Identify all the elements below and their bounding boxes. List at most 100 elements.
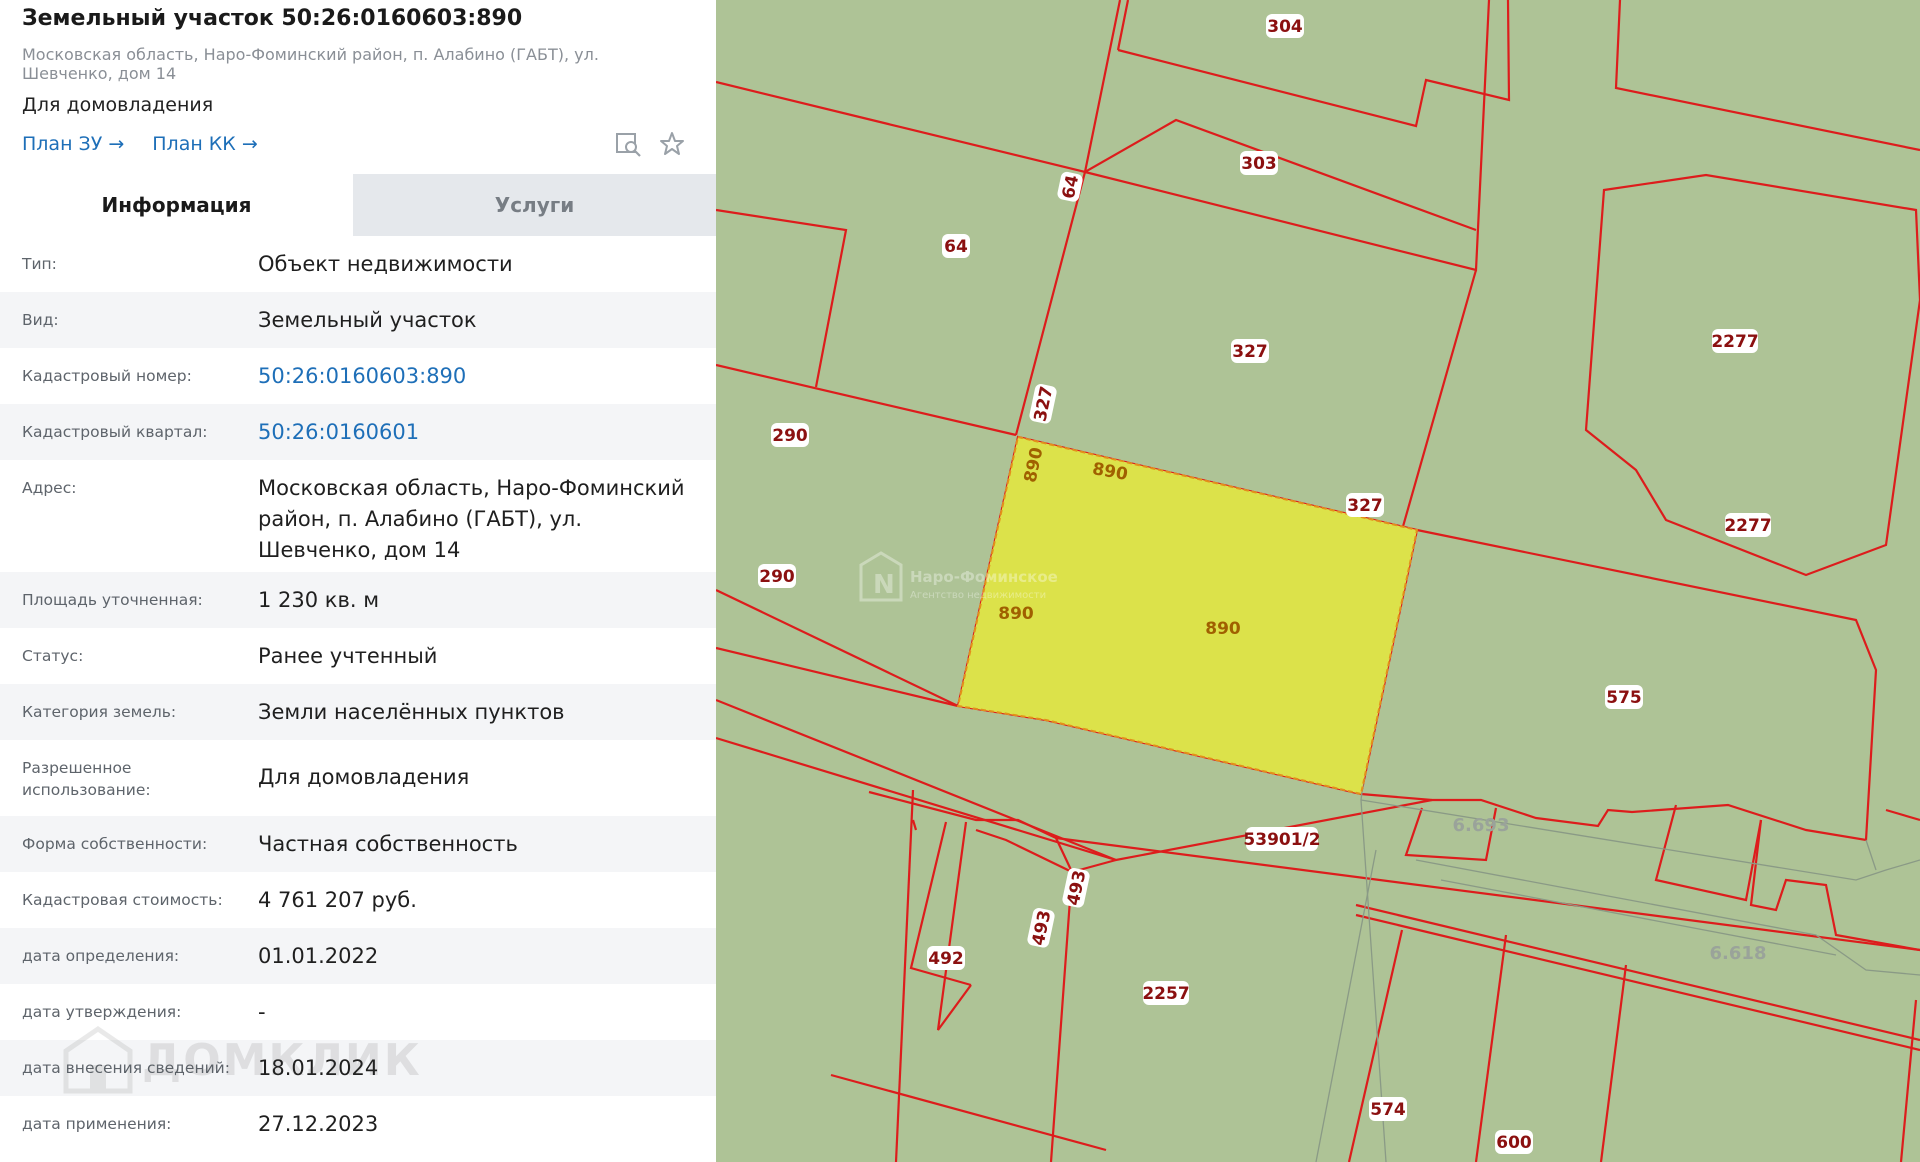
svg-text:327: 327	[1347, 496, 1383, 516]
label-327-rotated[interactable]: 327	[1028, 383, 1057, 425]
row-value: 4 761 207 руб.	[258, 888, 417, 912]
svg-text:493: 493	[1064, 869, 1091, 908]
agency-watermark-line2: Агентство недвижимости	[910, 590, 1046, 601]
info-row-address: Адрес: Московская область, Наро-Фомински…	[0, 460, 716, 572]
row-value: Объект недвижимости	[258, 252, 513, 276]
row-value: 18.01.2024	[258, 1056, 379, 1080]
label-327-edge[interactable]: 327	[1346, 493, 1384, 517]
label-2277-bottom[interactable]: 2277	[1724, 513, 1772, 537]
info-panel: Земельный участок 50:26:0160603:890 Моск…	[0, 0, 716, 1162]
row-value: Ранее учтенный	[258, 644, 438, 668]
parcel-address: Московская область, Наро-Фоминский район…	[22, 45, 599, 83]
svg-text:290: 290	[759, 567, 795, 587]
label-890-center[interactable]: 890	[1204, 616, 1242, 640]
cadastral-number-link[interactable]: 50:26:0160603:890	[258, 348, 716, 404]
plan-links: План ЗУ → План КК →	[22, 133, 258, 155]
row-label: Адрес:	[22, 479, 77, 497]
row-value: 1 230 кв. м	[258, 588, 380, 612]
label-493-bottom[interactable]: 493	[1026, 907, 1055, 949]
row-value: -	[258, 1000, 266, 1024]
row-value: Земли населённых пунктов	[258, 700, 565, 724]
row-label: Кадастровый номер:	[22, 367, 192, 385]
label-303[interactable]: 303	[1240, 151, 1278, 175]
row-label: дата применения:	[22, 1115, 172, 1133]
cadastral-quarter-link[interactable]: 50:26:0160601	[258, 404, 716, 460]
svg-text:290: 290	[772, 426, 808, 446]
row-label: Тип:	[22, 255, 57, 273]
info-row-type: Тип: Объект недвижимости	[0, 236, 716, 292]
label-290-top[interactable]: 290	[771, 423, 809, 447]
row-label: Форма собственности:	[22, 835, 208, 853]
info-row-area: Площадь уточненная: 1 230 кв. м	[0, 572, 716, 628]
info-row-date-determined: дата определения: 01.01.2022	[0, 928, 716, 984]
row-label: Площадь уточненная:	[22, 591, 203, 609]
label-2277-top[interactable]: 2277	[1711, 329, 1759, 353]
label-304[interactable]: 304	[1266, 14, 1304, 38]
svg-text:492: 492	[928, 949, 964, 969]
parcel-title: Земельный участок 50:26:0160603:890	[22, 6, 523, 31]
svg-text:304: 304	[1267, 17, 1303, 37]
label-574[interactable]: 574	[1369, 1097, 1407, 1121]
row-label: дата утверждения:	[22, 1003, 182, 1021]
info-row-cadastral-quarter: Кадастровый квартал: 50:26:0160601	[0, 404, 716, 460]
svg-text:303: 303	[1241, 154, 1277, 174]
info-row-date-applied: дата применения: 27.12.2023	[0, 1096, 716, 1152]
label-64-rotated[interactable]: 64	[1056, 171, 1083, 203]
plan-kk-link[interactable]: План КК →	[152, 133, 257, 155]
row-label: Категория земель:	[22, 703, 177, 721]
svg-text:327: 327	[1232, 342, 1268, 362]
svg-text:64: 64	[944, 237, 968, 257]
row-label: Кадастровая стоимость:	[22, 891, 223, 909]
app-root: Земельный участок 50:26:0160603:890 Моск…	[0, 0, 1920, 1162]
cadastral-map[interactable]: N Наро-Фоминское Агентство недвижимости …	[716, 0, 1920, 1162]
svg-text:574: 574	[1370, 1100, 1406, 1120]
info-table: Тип: Объект недвижимости Вид: Земельный …	[0, 236, 716, 1152]
label-492[interactable]: 492	[927, 946, 965, 970]
label-493-top[interactable]: 493	[1061, 867, 1090, 909]
info-row-land-category: Категория земель: Земли населённых пункт…	[0, 684, 716, 740]
parcel-usage: Для домовладения	[22, 94, 214, 116]
map-canvas: N Наро-Фоминское Агентство недвижимости …	[716, 0, 1920, 1162]
tab-information[interactable]: Информация	[0, 174, 353, 236]
row-value: Московская область, Наро-Фоминский район…	[258, 476, 685, 562]
agency-logo-letter: N	[873, 570, 895, 600]
star-icon[interactable]	[658, 130, 686, 158]
label-290-bottom[interactable]: 290	[758, 564, 796, 588]
info-row-cadastral-cost: Кадастровая стоимость: 4 761 207 руб.	[0, 872, 716, 928]
info-row-status: Статус: Ранее учтенный	[0, 628, 716, 684]
label-600[interactable]: 600	[1495, 1130, 1533, 1154]
row-value: Для домовладения	[258, 765, 470, 789]
agency-watermark-line1: Наро-Фоминское	[910, 568, 1058, 586]
svg-text:6.618: 6.618	[1710, 943, 1767, 964]
label-6-618: 6.618	[1710, 943, 1767, 964]
row-label: Разрешенное использование:	[22, 759, 151, 799]
row-value: Земельный участок	[258, 308, 477, 332]
row-value: Частная собственность	[258, 832, 518, 856]
label-2257[interactable]: 2257	[1142, 981, 1190, 1005]
info-row-date-approved: дата утверждения: -	[0, 984, 716, 1040]
info-row-date-entered: дата внесения сведений: 18.01.2024	[0, 1040, 716, 1096]
svg-text:2277: 2277	[1711, 332, 1758, 352]
svg-text:600: 600	[1496, 1133, 1532, 1153]
row-label: дата внесения сведений:	[22, 1059, 230, 1077]
label-575[interactable]: 575	[1605, 685, 1643, 709]
search-map-icon[interactable]	[614, 130, 642, 158]
info-row-permitted-use: Разрешенное использование: Для домовладе…	[0, 740, 716, 816]
label-890-left[interactable]: 890	[997, 601, 1035, 625]
label-327[interactable]: 327	[1231, 339, 1269, 363]
svg-text:2257: 2257	[1142, 984, 1189, 1004]
row-label: Статус:	[22, 647, 84, 665]
info-row-ownership: Форма собственности: Частная собственнос…	[0, 816, 716, 872]
svg-text:6.693: 6.693	[1453, 815, 1510, 836]
label-64[interactable]: 64	[942, 234, 970, 258]
svg-text:2277: 2277	[1724, 516, 1771, 536]
svg-text:890: 890	[998, 604, 1034, 624]
row-label: Вид:	[22, 311, 59, 329]
plan-zu-link[interactable]: План ЗУ →	[22, 133, 124, 155]
tab-services[interactable]: Услуги	[353, 174, 716, 236]
label-53901-2[interactable]: 53901/2	[1243, 827, 1321, 851]
header-actions	[614, 130, 686, 158]
label-6-693: 6.693	[1453, 815, 1510, 836]
tab-bar: Информация Услуги	[0, 174, 716, 236]
svg-text:493: 493	[1029, 909, 1056, 948]
